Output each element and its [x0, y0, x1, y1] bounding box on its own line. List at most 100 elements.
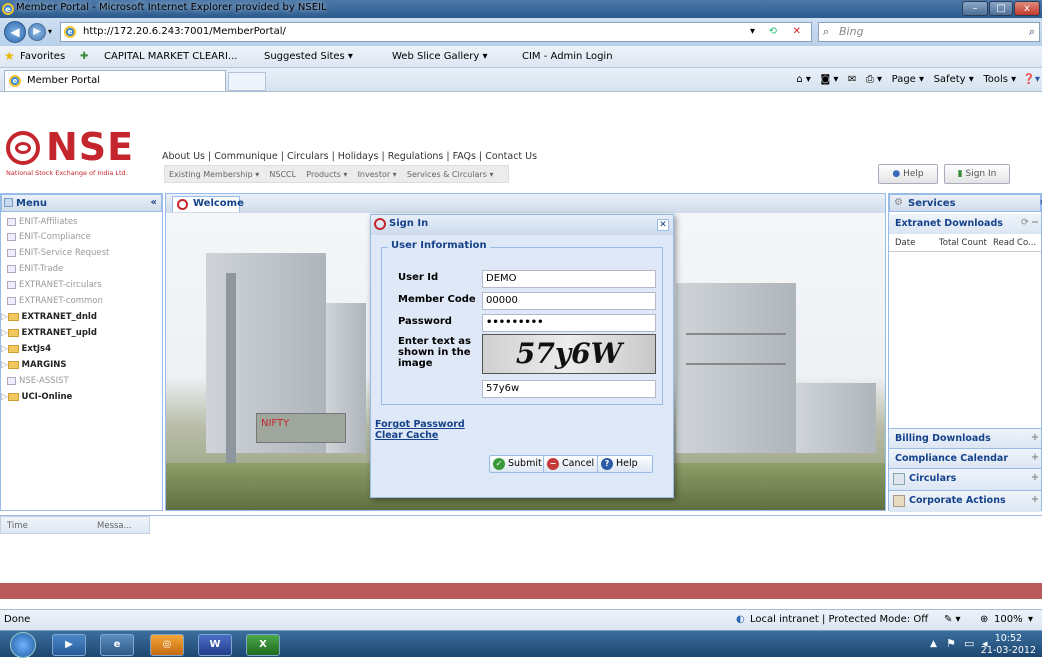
- member-code-input[interactable]: 00000: [482, 292, 656, 310]
- menu-item-label: ENIT-Compliance: [19, 232, 91, 242]
- menu-existing-membership[interactable]: Existing Membership ▾: [169, 170, 259, 179]
- header-signin-button[interactable]: ▮ Sign In: [944, 164, 1010, 184]
- security-zone[interactable]: Local intranet | Protected Mode: Off: [750, 614, 928, 625]
- tab-member-portal[interactable]: e Member Portal: [4, 70, 226, 91]
- back-button[interactable]: ◀: [4, 21, 26, 43]
- history-dropdown-icon[interactable]: ▾: [48, 27, 52, 36]
- menu-item-extranet-common[interactable]: EXTRANET-common: [7, 296, 103, 306]
- menu-item-enit-service-request[interactable]: ENIT-Service Request: [7, 248, 109, 258]
- start-button[interactable]: [10, 632, 36, 658]
- extranet-grid-header: Date Total Count Read Co...: [889, 234, 1041, 252]
- maximize-button[interactable]: □: [989, 1, 1013, 16]
- circulars-header[interactable]: Circulars +: [889, 468, 1041, 490]
- fav-link-capital-market[interactable]: CAPITAL MARKET CLEARI...: [104, 51, 237, 62]
- print-icon[interactable]: ⎙ ▾: [866, 74, 882, 85]
- submit-button[interactable]: ✓ Submit: [489, 455, 547, 473]
- refresh-icon[interactable]: ⟲: [769, 23, 777, 41]
- col-date[interactable]: Date: [895, 238, 915, 248]
- address-dropdown-icon[interactable]: ▾: [750, 23, 755, 41]
- close-window-button[interactable]: x: [1014, 1, 1040, 16]
- collapse-icon[interactable]: −: [1031, 217, 1039, 228]
- tray-show-hidden-icon[interactable]: ▲: [930, 639, 937, 649]
- help-icon[interactable]: ❓▾: [1023, 74, 1040, 85]
- menu-investor[interactable]: Investor ▾: [358, 170, 397, 179]
- menu-item-label: ENIT-Affiliates: [19, 217, 78, 227]
- minimize-button[interactable]: –: [962, 1, 988, 16]
- tab-label: Member Portal: [27, 75, 101, 86]
- menu-folder-extjs4[interactable]: ▷ ExtJs4: [1, 344, 51, 354]
- col-read-count[interactable]: Read Co...: [993, 238, 1036, 248]
- corporate-actions-header[interactable]: Corporate Actions +: [889, 490, 1041, 512]
- feeds-icon[interactable]: ◙ ▾: [820, 74, 838, 85]
- tray-network-icon[interactable]: ▭: [964, 637, 974, 650]
- dialog-close-button[interactable]: ✕: [657, 219, 669, 231]
- home-icon[interactable]: ⌂ ▾: [796, 74, 811, 85]
- clear-cache-link[interactable]: Clear Cache: [375, 430, 438, 441]
- menu-folder-extranet-upld[interactable]: ▷ EXTRANET_upld: [1, 328, 97, 338]
- zoom-icon[interactable]: ⊕: [980, 614, 988, 625]
- menu-item-nse-assist[interactable]: NSE-ASSIST: [7, 376, 69, 386]
- billing-downloads-header[interactable]: Billing Downloads +: [889, 428, 1041, 448]
- forward-button[interactable]: ▶: [28, 23, 46, 41]
- search-icon[interactable]: ⌕: [1029, 23, 1035, 41]
- taskbar-excel-icon[interactable]: X: [246, 634, 280, 656]
- header-help-button[interactable]: ● Help: [878, 164, 938, 184]
- zoom-dropdown-icon[interactable]: ▾: [1028, 614, 1033, 625]
- fav-link-suggested-sites[interactable]: Suggested Sites ▾: [264, 51, 353, 62]
- col-message[interactable]: Messa...: [97, 521, 132, 531]
- menu-folder-extranet-dnld[interactable]: ▷ EXTRANET_dnld: [1, 312, 97, 322]
- taskbar-app-icon[interactable]: ◎: [150, 634, 184, 656]
- user-id-input[interactable]: DEMO: [482, 270, 656, 288]
- menu-item-enit-affiliates[interactable]: ENIT-Affiliates: [7, 217, 77, 227]
- protected-mode-icon[interactable]: ✎ ▾: [944, 614, 961, 625]
- fav-link-cim-admin[interactable]: CIM - Admin Login: [522, 51, 613, 62]
- menu-folder-margins[interactable]: ▷ MARGINS: [1, 360, 67, 370]
- fav-link-web-slice[interactable]: Web Slice Gallery ▾: [392, 51, 488, 62]
- cancel-button[interactable]: − Cancel: [543, 455, 600, 473]
- folder-icon: [7, 328, 19, 337]
- expand-icon[interactable]: +: [1031, 472, 1039, 483]
- col-time[interactable]: Time: [7, 521, 28, 531]
- taskbar-word-icon[interactable]: W: [198, 634, 232, 656]
- menu-products[interactable]: Products ▾: [306, 170, 347, 179]
- captcha-input[interactable]: 57y6w: [482, 380, 656, 398]
- ie-logo-icon: e: [2, 3, 14, 15]
- expand-icon[interactable]: +: [1031, 494, 1039, 505]
- new-tab-button[interactable]: [228, 72, 266, 91]
- taskbar-clock[interactable]: 10:52 21-03-2012: [981, 633, 1036, 657]
- search-input[interactable]: ⌕ Bing ⌕: [818, 22, 1040, 42]
- refresh-icon[interactable]: ⟳: [1021, 217, 1029, 228]
- taskbar-media-icon[interactable]: ▶: [52, 634, 86, 656]
- expand-icon[interactable]: +: [1031, 452, 1039, 463]
- mail-icon[interactable]: ✉: [848, 74, 856, 85]
- fieldset-legend: User Information: [388, 240, 490, 251]
- leaf-icon: [7, 296, 16, 305]
- menu-nsccl[interactable]: NSCCL: [269, 170, 296, 179]
- dialog-help-button[interactable]: ? Help: [597, 455, 653, 473]
- menu-item-extranet-circulars[interactable]: EXTRANET-circulars: [7, 280, 102, 290]
- address-input[interactable]: e http://172.20.6.243:7001/MemberPortal/…: [60, 22, 812, 42]
- favorites-button[interactable]: Favorites: [20, 51, 65, 62]
- messages-grid-header: Time Messa...: [0, 516, 150, 534]
- col-total-count[interactable]: Total Count: [939, 238, 987, 248]
- password-input[interactable]: •••••••••: [482, 314, 656, 332]
- page-menu[interactable]: Page ▾: [892, 74, 924, 85]
- add-favorite-icon[interactable]: ✚: [80, 51, 88, 62]
- collapse-left-icon[interactable]: «: [151, 197, 157, 208]
- stop-icon[interactable]: ✕: [793, 23, 801, 41]
- zoom-level[interactable]: 100%: [994, 614, 1023, 625]
- tray-flag-icon[interactable]: ⚑: [946, 637, 956, 650]
- top-nav-links[interactable]: About Us | Communique | Circulars | Holi…: [162, 151, 537, 162]
- menu-item-enit-trade[interactable]: ENIT-Trade: [7, 264, 63, 274]
- menu-folder-uci-online[interactable]: ▷ UCI-Online: [1, 392, 72, 402]
- extranet-downloads-header[interactable]: Extranet Downloads ⟳ −: [889, 214, 1041, 234]
- forgot-password-link[interactable]: Forgot Password: [375, 419, 465, 430]
- compliance-calendar-header[interactable]: Compliance Calendar +: [889, 448, 1041, 468]
- menu-services-circulars[interactable]: Services & Circulars ▾: [407, 170, 494, 179]
- menu-item-enit-compliance[interactable]: ENIT-Compliance: [7, 232, 91, 242]
- tools-menu[interactable]: Tools ▾: [983, 74, 1016, 85]
- safety-menu[interactable]: Safety ▾: [934, 74, 974, 85]
- tab-welcome[interactable]: Welcome: [172, 196, 244, 212]
- taskbar-ie-icon[interactable]: e: [100, 634, 134, 656]
- expand-icon[interactable]: +: [1031, 432, 1039, 443]
